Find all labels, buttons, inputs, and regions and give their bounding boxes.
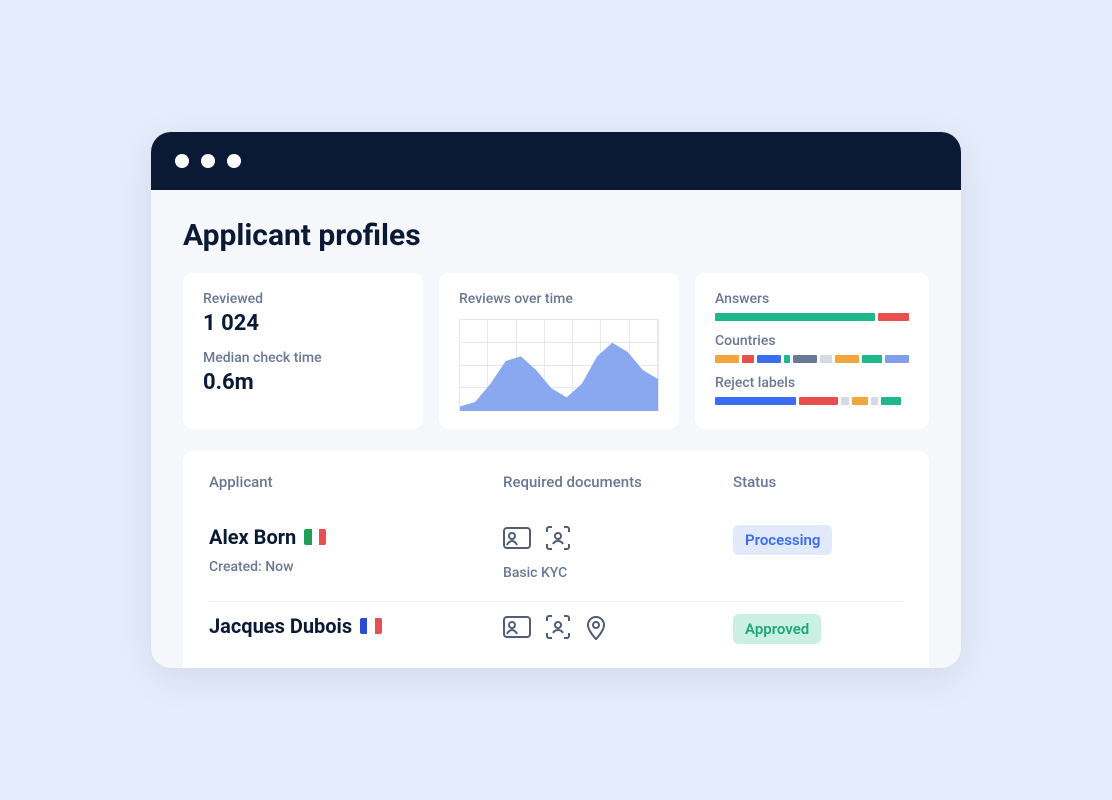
applicant-name: Alex Born <box>209 525 503 549</box>
app-window: Applicant profiles Reviewed 1 024 Median… <box>151 132 961 668</box>
table-row[interactable]: Jacques Dubois Approved <box>209 602 903 668</box>
stats-card: Reviewed 1 024 Median check time 0.6m <box>183 273 423 429</box>
answers-bar <box>715 313 909 321</box>
bar-segment <box>841 397 849 405</box>
reject-bar <box>715 397 909 405</box>
table-body: Alex Born Created: NowBasic KYCProcessing… <box>209 513 903 668</box>
reviews-chart <box>459 319 659 411</box>
chart-title: Reviews over time <box>459 291 659 307</box>
median-label: Median check time <box>203 350 403 366</box>
id-card-icon <box>503 616 531 642</box>
france-flag <box>360 618 382 634</box>
reviewed-label: Reviewed <box>203 291 403 307</box>
col-applicant: Applicant <box>209 473 503 491</box>
status-badge: Processing <box>733 525 832 555</box>
answers-breakdown: Answers <box>715 291 909 321</box>
bar-segment <box>793 355 817 363</box>
applicant-created: Created: Now <box>209 559 503 575</box>
answers-label: Answers <box>715 291 909 307</box>
reviewed-value: 1 024 <box>203 311 403 336</box>
breakdown-card: Answers Countries Reject labels <box>695 273 929 429</box>
bar-segment <box>715 355 739 363</box>
applicants-table: Applicant Required documents Status Alex… <box>183 451 929 668</box>
window-control-close[interactable] <box>175 154 189 168</box>
italy-flag <box>304 529 326 545</box>
bar-segment <box>820 355 832 363</box>
applicant-name: Jacques Dubois <box>209 614 503 638</box>
summary-cards: Reviewed 1 024 Median check time 0.6m Re… <box>183 273 929 429</box>
page-title: Applicant profiles <box>183 218 929 253</box>
window-content: Applicant profiles Reviewed 1 024 Median… <box>151 190 961 668</box>
location-pin-icon <box>585 614 607 644</box>
col-status: Status <box>733 473 903 491</box>
bar-segment <box>881 397 900 405</box>
window-titlebar <box>151 132 961 190</box>
table-row[interactable]: Alex Born Created: NowBasic KYCProcessing <box>209 513 903 602</box>
median-value: 0.6m <box>203 370 403 395</box>
bar-segment <box>871 397 879 405</box>
chart-area <box>460 320 658 411</box>
window-control-minimize[interactable] <box>201 154 215 168</box>
bar-segment <box>799 397 838 405</box>
bar-segment <box>878 313 909 321</box>
face-scan-icon <box>545 614 571 644</box>
chart-card: Reviews over time <box>439 273 679 429</box>
face-scan-icon <box>545 525 571 555</box>
col-docs: Required documents <box>503 473 733 491</box>
bar-segment <box>742 355 754 363</box>
bar-segment <box>852 397 868 405</box>
bar-segment <box>862 355 882 363</box>
bar-segment <box>757 355 781 363</box>
id-card-icon <box>503 527 531 553</box>
window-control-maximize[interactable] <box>227 154 241 168</box>
bar-segment <box>715 397 796 405</box>
bar-segment <box>784 355 791 363</box>
countries-breakdown: Countries <box>715 333 909 363</box>
bar-segment <box>715 313 875 321</box>
reject-breakdown: Reject labels <box>715 375 909 405</box>
table-header: Applicant Required documents Status <box>209 473 903 491</box>
countries-bar <box>715 355 909 363</box>
doc-label: Basic KYC <box>503 565 733 581</box>
applicant-name-text: Jacques Dubois <box>209 614 352 638</box>
doc-icons <box>503 525 733 555</box>
status-badge: Approved <box>733 614 821 644</box>
bar-segment <box>835 355 859 363</box>
app-canvas: Applicant profiles Reviewed 1 024 Median… <box>0 0 1112 800</box>
countries-label: Countries <box>715 333 909 349</box>
applicant-name-text: Alex Born <box>209 525 296 549</box>
doc-icons <box>503 614 733 644</box>
reject-label: Reject labels <box>715 375 909 391</box>
bar-segment <box>885 355 909 363</box>
